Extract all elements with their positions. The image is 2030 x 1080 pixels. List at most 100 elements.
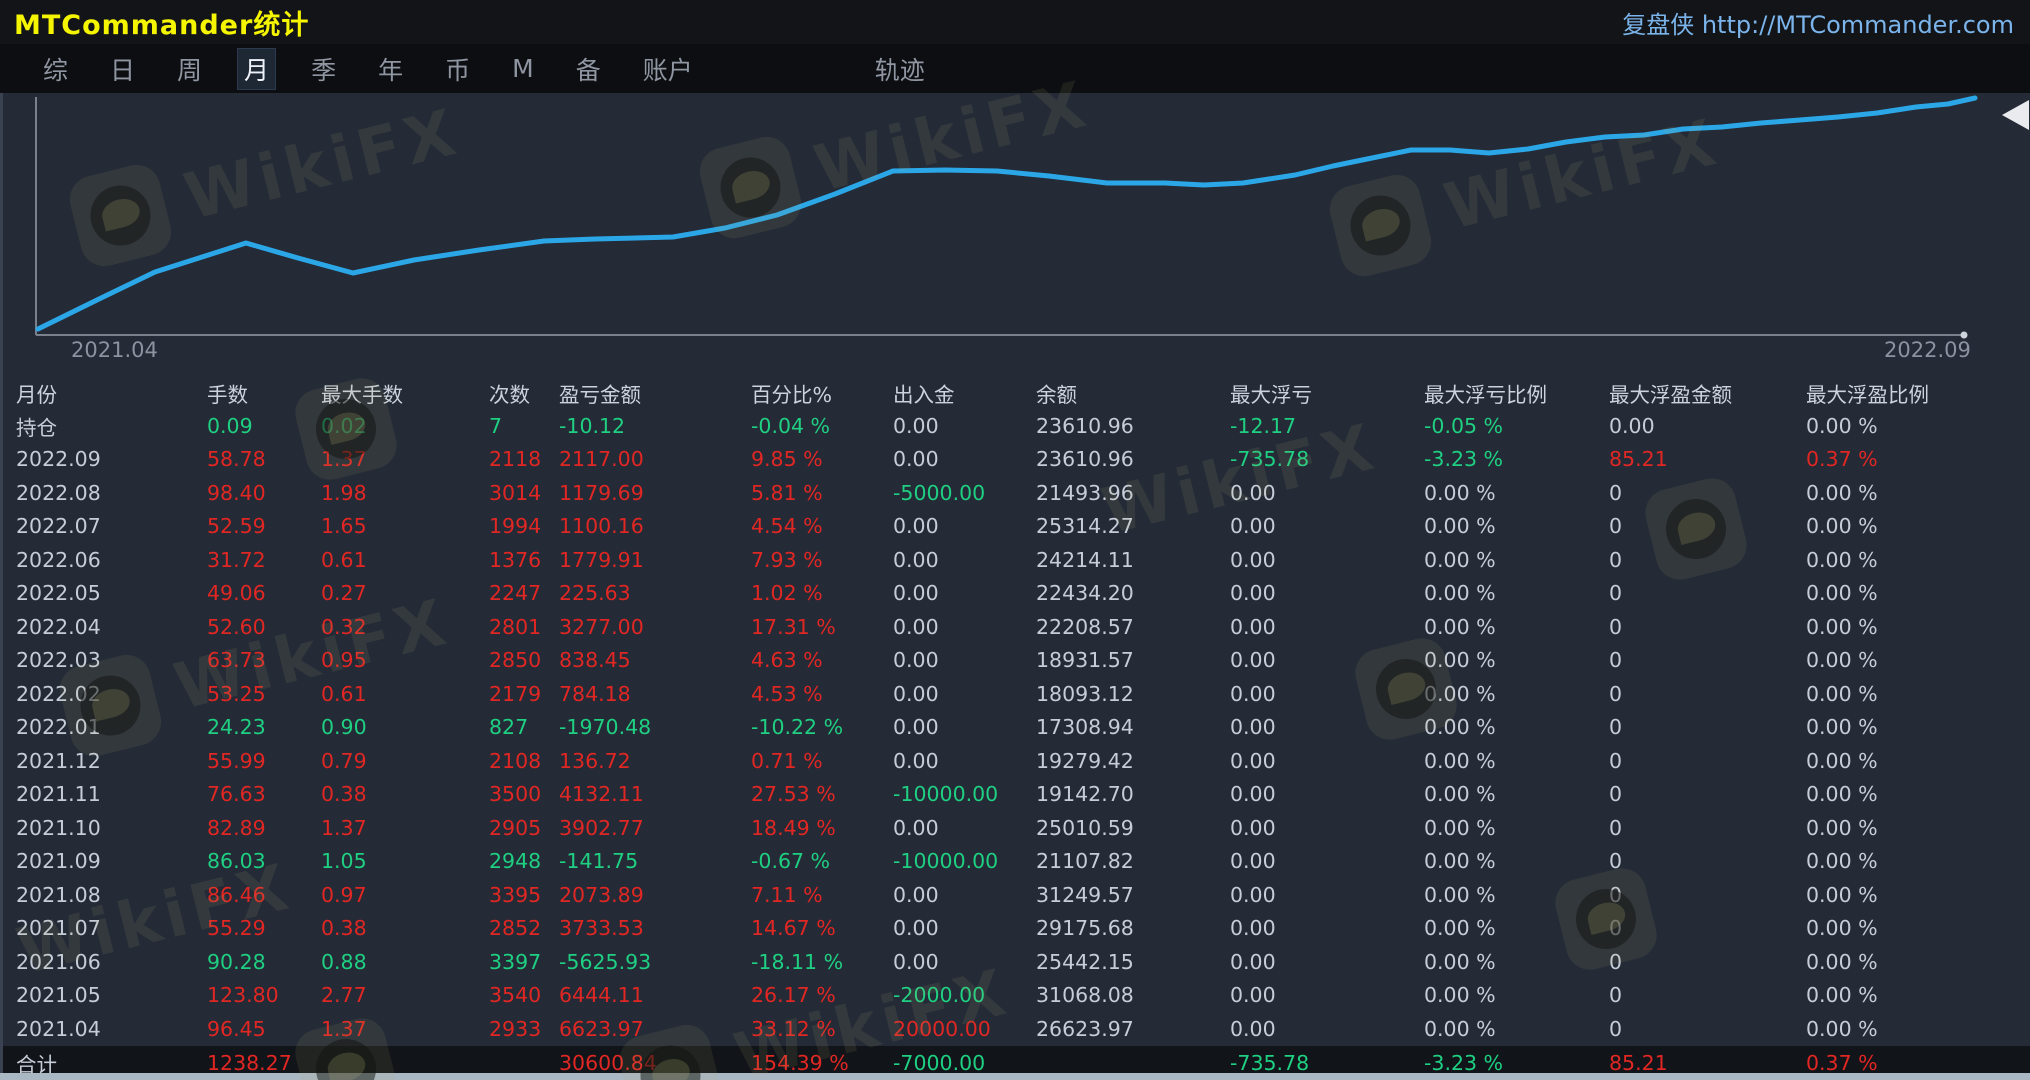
table-cell: 2850 (489, 648, 559, 672)
table-cell: 1.05 (321, 849, 489, 873)
table-cell: 6623.97 (559, 1017, 751, 1041)
table-cell: 2022.02 (16, 682, 207, 706)
table-cell: 0.00 (1230, 983, 1424, 1007)
tab-年[interactable]: 年 (371, 48, 410, 90)
table-cell: 0 (1609, 581, 1806, 605)
table-row[interactable]: 2022.0549.060.272247225.631.02 %0.002243… (3, 577, 2030, 611)
table-cell: 136.72 (559, 749, 751, 773)
table-row[interactable]: 2022.0958.781.3721182117.009.85 %0.00236… (3, 443, 2030, 477)
table-cell: -0.04 % (751, 414, 893, 438)
column-header-6: 百分比% (751, 378, 893, 408)
table-row[interactable]: 2021.1082.891.3729053902.7718.49 %0.0025… (3, 811, 2030, 845)
tab-日[interactable]: 日 (103, 48, 142, 90)
table-cell: -5625.93 (559, 950, 751, 974)
table-cell: 30600.84 (559, 1051, 751, 1074)
table-cell: 持仓 (16, 411, 207, 441)
table-cell: 29175.68 (1036, 916, 1230, 940)
app-window: MTCommander统计 复盘侠 http://MTCommander.com… (0, 0, 2030, 1080)
table-row[interactable]: 2021.0755.290.3828523733.5314.67 %0.0029… (3, 912, 2030, 946)
table-row[interactable]: 2022.0752.591.6519941100.164.54 %0.00253… (3, 510, 2030, 544)
equity-chart: 2021.04 2022.09 (0, 93, 2030, 365)
table-cell: 0 (1609, 950, 1806, 974)
table-cell: 0.27 (321, 581, 489, 605)
table-cell: 0.00 (893, 514, 1036, 538)
table-cell: 0 (1609, 648, 1806, 672)
brand-link[interactable]: 复盘侠 http://MTCommander.com (1622, 5, 2014, 40)
table-row[interactable]: 2022.0898.401.9830141179.695.81 %-5000.0… (3, 476, 2030, 510)
table-cell: 0.00 % (1424, 1017, 1609, 1041)
column-header-12: 最大浮盈比例 (1806, 378, 2030, 408)
table-cell: 0.00 (1230, 849, 1424, 873)
table-cell: 0.97 (321, 883, 489, 907)
table-row[interactable]: 2021.05123.802.7735406444.1126.17 %-2000… (3, 979, 2030, 1013)
table-cell: 4132.11 (559, 782, 751, 806)
table-cell: 2801 (489, 615, 559, 639)
table-cell: 22434.20 (1036, 581, 1230, 605)
table-cell: 52.60 (207, 615, 321, 639)
table-row[interactable]: 2022.0253.250.612179784.184.53 %0.001809… (3, 677, 2030, 711)
table-cell: 0 (1609, 983, 1806, 1007)
tab-账户[interactable]: 账户 (636, 48, 700, 90)
tab-bar: 综日周月季年币M备账户 轨迹 (0, 44, 2030, 93)
table-cell: -5000.00 (893, 481, 1036, 505)
table-cell: 0.00 (1230, 883, 1424, 907)
table-cell: 2022.01 (16, 715, 207, 739)
table-cell: 55.99 (207, 749, 321, 773)
tab-综[interactable]: 综 (36, 48, 75, 90)
table-row[interactable]: 2021.1255.990.792108136.720.71 %0.001927… (3, 744, 2030, 778)
table-cell: 0.00 (1230, 514, 1424, 538)
tab-周[interactable]: 周 (170, 48, 209, 90)
table-cell: 0.00 % (1424, 950, 1609, 974)
table-cell: 0.00 (1230, 581, 1424, 605)
tab-备[interactable]: 备 (569, 48, 608, 90)
table-row[interactable]: 2022.0363.730.952850838.454.63 %0.001893… (3, 644, 2030, 678)
table-cell: 0.00 (1230, 1017, 1424, 1041)
table-row[interactable]: 2022.0631.720.6113761779.917.93 %0.00242… (3, 543, 2030, 577)
tab-季[interactable]: 季 (304, 48, 343, 90)
tab-轨迹[interactable]: 轨迹 (868, 48, 932, 90)
table-row[interactable]: 2022.0452.600.3228013277.0017.31 %0.0022… (3, 610, 2030, 644)
table-cell: 2.77 (321, 983, 489, 1007)
column-header-2: 手数 (207, 378, 321, 408)
table-cell: -0.05 % (1424, 414, 1609, 438)
table-row[interactable]: 2022.0124.230.90827-1970.48-10.22 %0.001… (3, 711, 2030, 745)
table-cell: 784.18 (559, 682, 751, 706)
table-cell: 1.98 (321, 481, 489, 505)
column-header-9: 最大浮亏 (1230, 378, 1424, 408)
table-cell: 1779.91 (559, 548, 751, 572)
table-cell: 3277.00 (559, 615, 751, 639)
table-row[interactable]: 2021.0496.451.3729336623.9733.12 %20000.… (3, 1012, 2030, 1046)
tab-币[interactable]: 币 (438, 48, 477, 90)
table-cell: -12.17 (1230, 414, 1424, 438)
table-cell: 0.00 (893, 548, 1036, 572)
table-row[interactable]: 2021.1176.630.3835004132.1127.53 %-10000… (3, 778, 2030, 812)
x-axis-label-start: 2021.04 (71, 338, 158, 362)
table-row[interactable]: 2021.0886.460.9733952073.897.11 %0.00312… (3, 878, 2030, 912)
column-header-11: 最大浮盈金额 (1609, 378, 1806, 408)
x-axis-label-end: 2022.09 (1884, 338, 1971, 362)
table-cell: 0.00 (1230, 715, 1424, 739)
total-row[interactable]: 合计1238.2730600.84154.39 %-7000.00-735.78… (3, 1046, 2030, 1074)
table-cell: 2117.00 (559, 447, 751, 471)
table-cell: 2852 (489, 916, 559, 940)
table-row[interactable]: 2021.0690.280.883397-5625.93-18.11 %0.00… (3, 945, 2030, 979)
table-cell: 4.63 % (751, 648, 893, 672)
table-cell: -10000.00 (893, 782, 1036, 806)
table-cell: 225.63 (559, 581, 751, 605)
table-row[interactable]: 2021.0986.031.052948-141.75-0.67 %-10000… (3, 845, 2030, 879)
tab-M[interactable]: M (505, 51, 541, 86)
table-cell: 0.00 (893, 615, 1036, 639)
tab-月[interactable]: 月 (237, 48, 276, 90)
table-cell: 2021.08 (16, 883, 207, 907)
table-cell: -3.23 % (1424, 1051, 1609, 1074)
table-cell: 0 (1609, 615, 1806, 639)
table-cell: 85.21 (1609, 1051, 1806, 1074)
table-cell: 31068.08 (1036, 983, 1230, 1007)
table-cell: 1994 (489, 514, 559, 538)
table-cell: 1.02 % (751, 581, 893, 605)
table-cell: 0.61 (321, 682, 489, 706)
table-row[interactable]: 持仓0.090.027-10.12-0.04 %0.0023610.96-12.… (3, 409, 2030, 443)
table-cell: 58.78 (207, 447, 321, 471)
table-cell: 25314.27 (1036, 514, 1230, 538)
horizontal-scrollbar[interactable] (0, 1073, 2030, 1080)
